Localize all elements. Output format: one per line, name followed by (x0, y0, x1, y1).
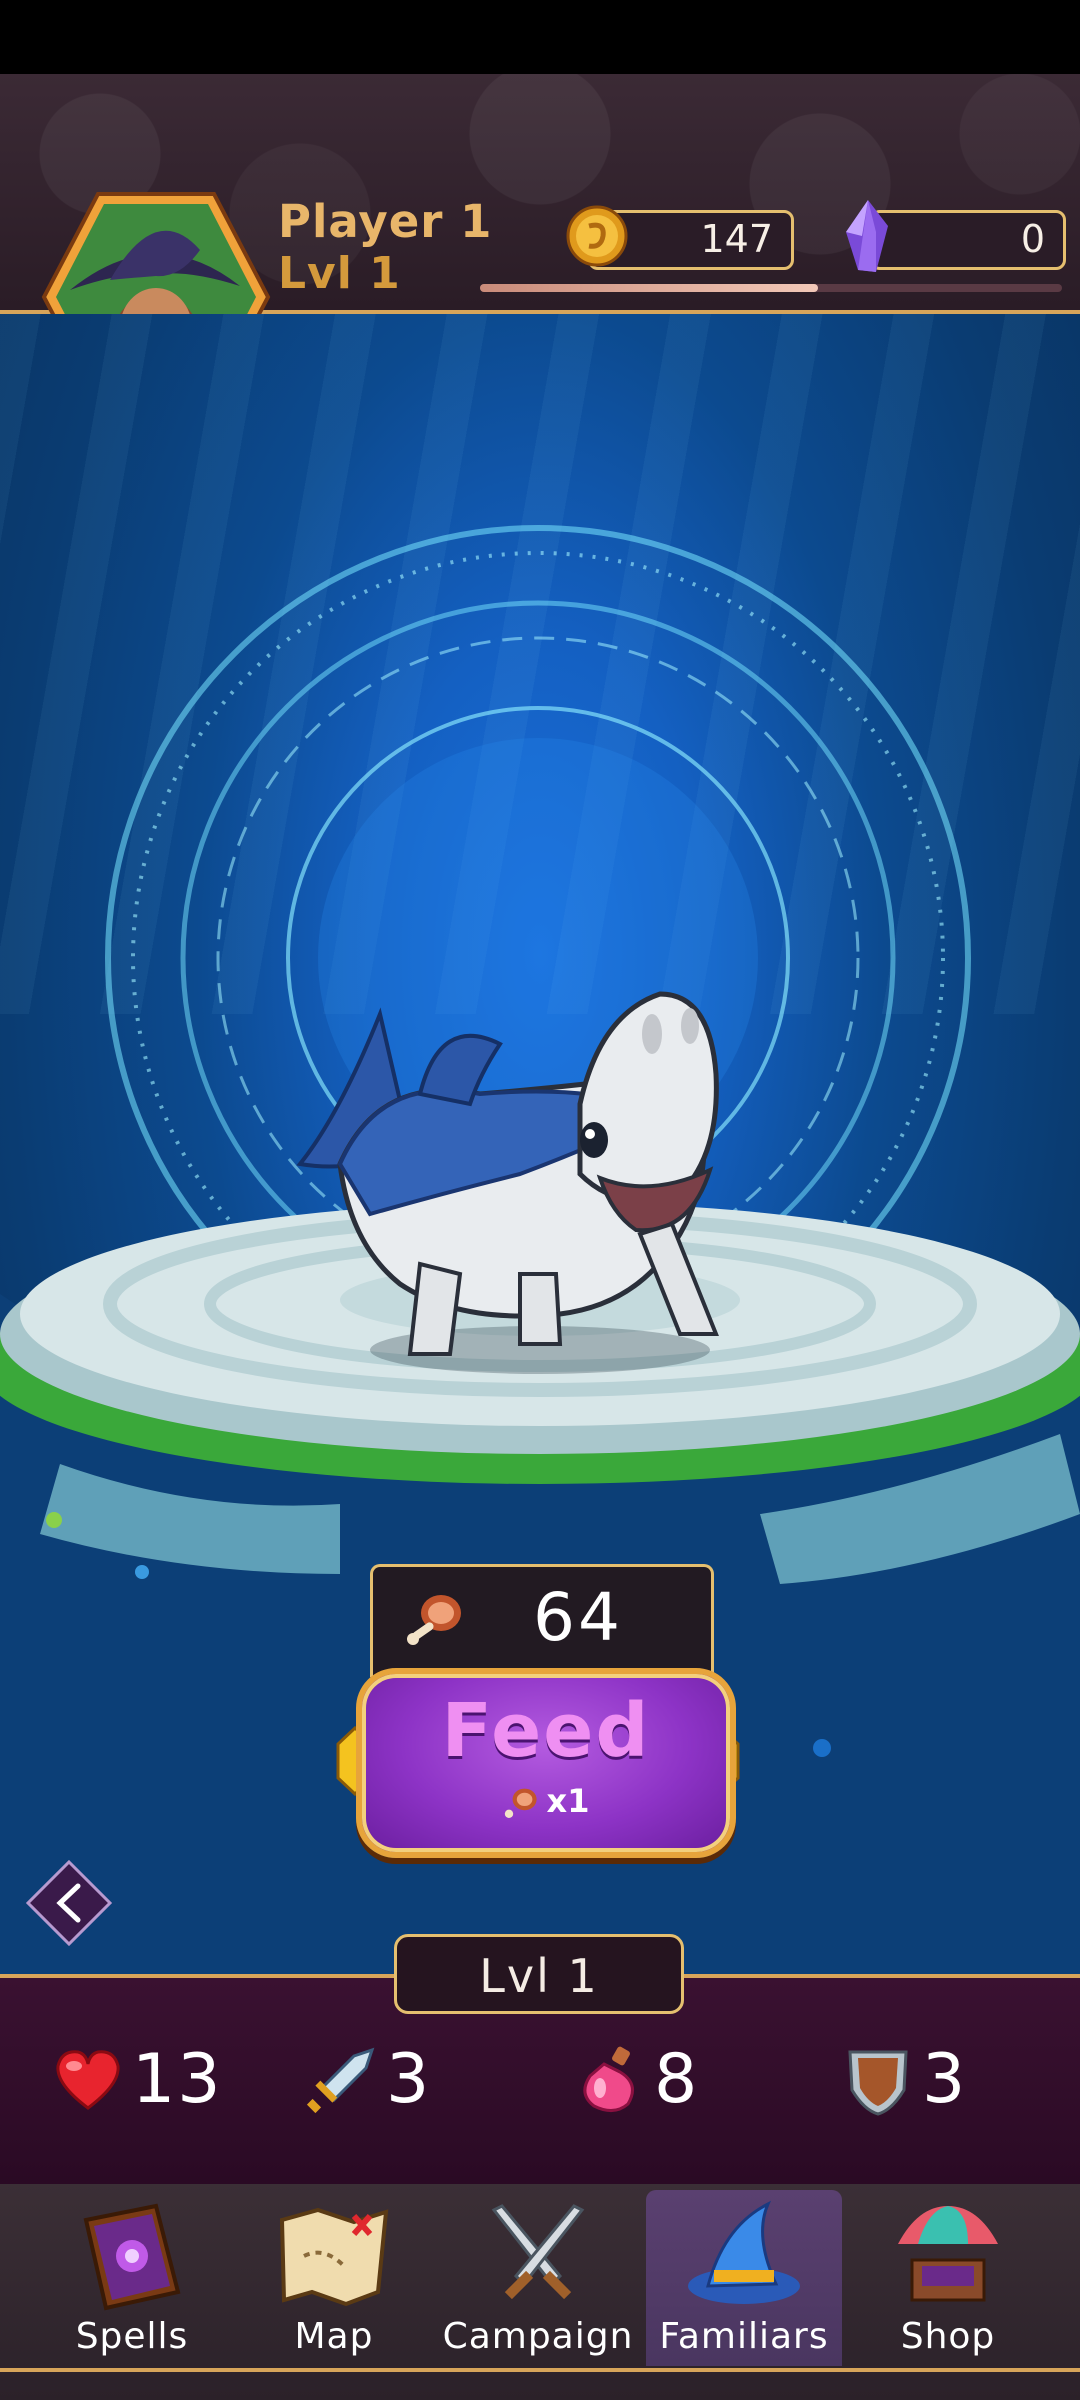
potion-icon (583, 2046, 634, 2112)
meat-icon (504, 1788, 537, 1818)
nav-map[interactable]: Map (236, 2190, 432, 2366)
nav-spells[interactable]: Spells (34, 2190, 230, 2366)
crossed-swords-icon (491, 2204, 585, 2300)
nav-bottom-border (0, 2368, 1080, 2372)
xp-progress-fill (480, 284, 818, 292)
stat-defense-value: 3 (922, 2040, 968, 2119)
wizard-hat-icon (688, 2200, 800, 2304)
nav-familiars[interactable]: Familiars (646, 2190, 842, 2366)
player-name: Player 1 (278, 195, 493, 248)
stat-attack-value: 3 (386, 2040, 432, 2119)
back-button[interactable] (26, 1860, 112, 1946)
familiar-level: Lvl 1 (479, 1949, 599, 2003)
shield-icon (848, 2050, 908, 2116)
gem-icon (846, 200, 888, 272)
nav-shop[interactable]: Shop (850, 2190, 1046, 2366)
feed-button[interactable]: Feed x1 (356, 1668, 736, 1858)
feed-button-label: Feed (441, 1688, 651, 1774)
coin-amount: 147 (700, 217, 773, 261)
spellbook-icon (83, 2203, 181, 2311)
player-level: Lvl 1 (278, 248, 401, 299)
stat-magic-value: 8 (654, 2040, 700, 2119)
familiar-level-tab: Lvl 1 (394, 1934, 684, 2014)
nav-campaign[interactable]: Campaign (440, 2190, 636, 2366)
feed-cost: x1 (362, 1782, 730, 1821)
shop-stall-icon (898, 2206, 998, 2302)
stat-health-value: 13 (132, 2040, 223, 2119)
coin-icon (566, 205, 628, 267)
nav-shop-label: Shop (900, 2316, 996, 2357)
food-count-panel: 64 (370, 1564, 714, 1677)
nav-campaign-label: Campaign (442, 2316, 634, 2357)
sword-icon (306, 2047, 375, 2114)
map-icon (279, 2207, 389, 2307)
nav-spells-label: Spells (75, 2316, 189, 2357)
meat-icon (407, 1595, 461, 1645)
gem-amount: 0 (1020, 217, 1045, 261)
heart-icon (56, 2050, 120, 2110)
status-bar (0, 0, 1080, 74)
nav-familiars-label: Familiars (659, 2316, 829, 2357)
xp-progress-bar (480, 284, 1062, 292)
nav-map-label: Map (294, 2316, 374, 2357)
feed-cost-amount: x1 (546, 1782, 590, 1820)
food-count: 64 (533, 1579, 623, 1656)
